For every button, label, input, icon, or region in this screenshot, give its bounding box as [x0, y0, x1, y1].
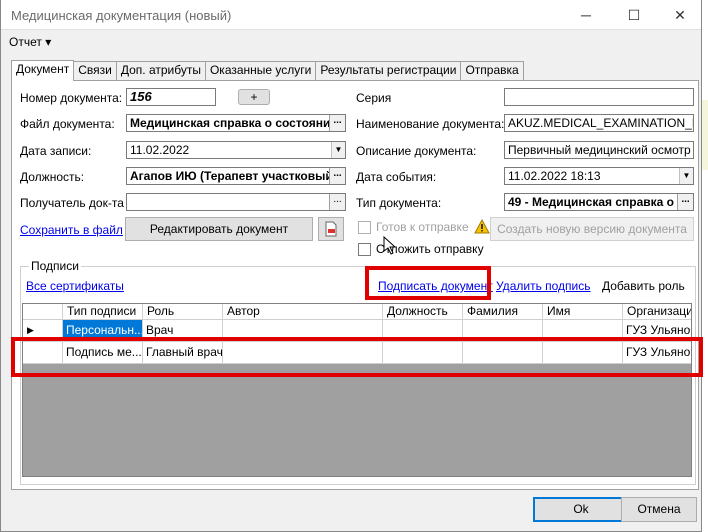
menu-bar: Отчет ▾: [1, 30, 701, 52]
doc-file-label: Файл документа:: [20, 117, 115, 131]
minimize-icon[interactable]: ─: [571, 4, 601, 26]
column-header-author[interactable]: Автор: [223, 304, 383, 320]
grid-header: Тип подписи Роль Автор Должность Фамилия…: [23, 304, 691, 320]
doc-type-value: 49 - Медицинская справка о: [508, 195, 675, 209]
record-date-label: Дата записи:: [20, 144, 92, 158]
title-bar: Медицинская документация (новый) ─ ☐ ✕: [1, 0, 701, 30]
doc-number-field[interactable]: 156: [126, 88, 216, 106]
doc-file-browse-button[interactable]: ...: [329, 115, 345, 131]
tab-services[interactable]: Оказанные услуги: [204, 61, 317, 80]
doc-type-label: Тип документа:: [356, 196, 442, 210]
all-certificates-link[interactable]: Все сертификаты: [26, 279, 124, 293]
recipient-field[interactable]: ...: [126, 193, 346, 211]
column-header-organization[interactable]: Организация: [623, 304, 691, 320]
column-header-sign-type[interactable]: Тип подписи: [63, 304, 143, 320]
recipient-label: Получатель док-та: [20, 196, 124, 210]
ok-button[interactable]: Ok: [533, 497, 629, 522]
tab-extra-attributes[interactable]: Доп. атрибуты: [115, 61, 206, 80]
doc-type-browse-button[interactable]: ...: [677, 194, 693, 210]
series-label: Серия: [356, 91, 392, 105]
close-icon[interactable]: ✕: [665, 4, 695, 26]
position-browse-button[interactable]: ...: [329, 168, 345, 184]
series-field[interactable]: [504, 88, 694, 106]
tab-links[interactable]: Связи: [73, 61, 117, 80]
create-new-version-button[interactable]: Создать новую версию документа: [490, 217, 694, 241]
doc-number-label: Номер документа:: [20, 91, 123, 105]
highlight-sign-document: [365, 266, 491, 300]
record-date-value: 11.02.2022: [130, 143, 190, 157]
column-header-role[interactable]: Роль: [143, 304, 223, 320]
doc-desc-field[interactable]: Первичный медицинский осмотр: [504, 141, 694, 159]
doc-file-value: Медицинская справка о состоянии: [130, 116, 338, 130]
column-header-position[interactable]: Должность: [383, 304, 463, 320]
mouse-cursor-icon: [383, 236, 397, 255]
maximize-icon[interactable]: ☐: [619, 4, 649, 26]
edit-document-button[interactable]: Редактировать документ: [125, 217, 313, 241]
document-tab-panel: Номер документа: 156 + Серия Файл докуме…: [11, 80, 699, 490]
tab-strip: Документ Связи Доп. атрибуты Оказанные у…: [11, 60, 524, 81]
ready-to-send-label: Готов к отправке: [376, 220, 469, 234]
doc-desc-label: Описание документа:: [356, 144, 477, 158]
tab-sending[interactable]: Отправка: [460, 61, 524, 80]
event-date-label: Дата события:: [356, 170, 437, 184]
column-header-name[interactable]: Имя: [543, 304, 623, 320]
pdf-document-icon: [325, 221, 337, 237]
doc-name-label: Наименование документа:: [356, 117, 505, 131]
tab-document[interactable]: Документ: [11, 60, 75, 81]
record-date-dropdown-icon[interactable]: ▼: [331, 142, 345, 158]
position-label: Должность:: [20, 170, 85, 184]
background-window-edge: [702, 100, 708, 170]
menu-report[interactable]: Отчет ▾: [9, 35, 51, 49]
delete-signature-link[interactable]: Удалить подпись: [496, 279, 591, 293]
signatures-group-title: Подписи: [29, 259, 81, 273]
recipient-browse-button[interactable]: ...: [329, 194, 345, 210]
postpone-send-checkbox[interactable]: [358, 243, 371, 256]
export-pdf-button[interactable]: [318, 217, 344, 241]
save-to-file-link[interactable]: Сохранить в файл: [20, 223, 123, 237]
tab-registration-results[interactable]: Результаты регистрации: [315, 61, 462, 80]
doc-type-field[interactable]: 49 - Медицинская справка о ...: [504, 193, 694, 211]
doc-name-field[interactable]: AKUZ.MEDICAL_EXAMINATION_MAIN: [504, 114, 694, 132]
position-field[interactable]: Агапов ИЮ (Терапевт участковый) ...: [126, 167, 346, 185]
column-header-surname[interactable]: Фамилия: [463, 304, 543, 320]
window-title: Медицинская документация (новый): [11, 8, 232, 23]
doc-file-field[interactable]: Медицинская справка о состоянии ...: [126, 114, 346, 132]
record-date-picker[interactable]: 11.02.2022 ▼: [126, 141, 346, 159]
add-number-button[interactable]: +: [238, 89, 270, 105]
column-header-marker: [23, 304, 63, 320]
signatures-grid: Тип подписи Роль Автор Должность Фамилия…: [22, 303, 692, 477]
add-role-button[interactable]: Добавить роль: [602, 279, 685, 293]
event-date-value: 11.02.2022 18:13: [508, 169, 601, 183]
event-date-picker[interactable]: 11.02.2022 18:13 ▼: [504, 167, 694, 185]
cancel-button[interactable]: Отмена: [621, 497, 697, 522]
event-date-dropdown-icon[interactable]: ▼: [679, 168, 693, 184]
position-value: Агапов ИЮ (Терапевт участковый): [130, 169, 337, 183]
warning-icon: [474, 219, 490, 234]
medical-documentation-dialog: Медицинская документация (новый) ─ ☐ ✕ О…: [0, 0, 703, 532]
ready-to-send-checkbox[interactable]: [358, 221, 371, 234]
highlight-signature-row: [11, 337, 703, 377]
